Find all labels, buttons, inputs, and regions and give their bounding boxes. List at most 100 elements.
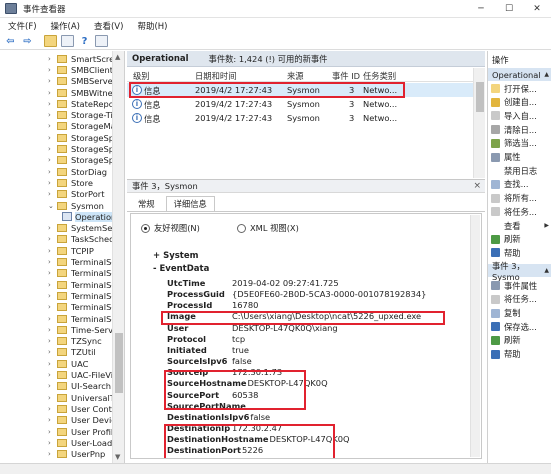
- pane-toggle-icon[interactable]: [95, 35, 108, 47]
- scroll-down-icon[interactable]: ▼: [115, 453, 120, 461]
- action-item[interactable]: 创建自...: [488, 96, 551, 109]
- expand-arrow-icon[interactable]: ›: [48, 77, 55, 85]
- tree-item[interactable]: › StorDiag: [48, 166, 107, 177]
- tree-item[interactable]: › User-Loader: [48, 437, 121, 448]
- action-item[interactable]: 刷新: [488, 233, 551, 246]
- col-level[interactable]: 级别: [133, 70, 150, 82]
- action-item[interactable]: 筛选当...: [488, 137, 551, 150]
- xml-view-radio[interactable]: XML 视图(X): [237, 222, 299, 234]
- close-icon[interactable]: ×: [473, 181, 481, 191]
- action-item[interactable]: 导入自...: [488, 109, 551, 122]
- collapse-arrow-icon[interactable]: ▲: [544, 267, 549, 274]
- expand-arrow-icon[interactable]: ›: [48, 416, 55, 424]
- action-item[interactable]: 查找...: [488, 178, 551, 191]
- col-task[interactable]: 任务类别: [363, 70, 396, 82]
- expand-arrow-icon[interactable]: ›: [48, 428, 55, 436]
- table-row[interactable]: i 信息 2019/4/2 17:27:43 Sysmon 3 Netwo...: [127, 111, 473, 125]
- table-row[interactable]: i 信息 2019/4/2 17:27:43 Sysmon 3 Netwo...: [127, 97, 473, 111]
- action-item[interactable]: 属性: [488, 151, 551, 164]
- tree-item[interactable]: › UI-Search: [48, 381, 111, 392]
- tab-general[interactable]: 常规: [131, 196, 162, 211]
- expand-arrow-icon[interactable]: ›: [48, 258, 55, 266]
- col-event-id[interactable]: 事件 ID: [332, 70, 360, 82]
- expand-arrow-icon[interactable]: ›: [48, 315, 55, 323]
- expand-arrow-icon[interactable]: ›: [48, 326, 55, 334]
- tree-item[interactable]: › SMBServer: [48, 76, 116, 87]
- action-item[interactable]: 刷新: [488, 334, 551, 347]
- folder-up-icon[interactable]: [44, 35, 57, 47]
- tree-item[interactable]: › Store: [48, 177, 93, 188]
- expand-arrow-icon[interactable]: ›: [48, 269, 55, 277]
- expand-arrow-icon[interactable]: ›: [48, 156, 55, 164]
- collapse-arrow-icon[interactable]: ▲: [544, 71, 549, 78]
- actions-section-operational[interactable]: Operational ▲: [488, 68, 551, 81]
- menu-help[interactable]: 帮助(H): [137, 20, 167, 32]
- menu-action[interactable]: 操作(A): [51, 20, 80, 32]
- action-item[interactable]: 将所有...: [488, 192, 551, 205]
- actions-section-event[interactable]: 事件 3，Sysmo ▲: [488, 261, 551, 282]
- eventdata-section-toggle[interactable]: - EventData: [153, 264, 209, 274]
- minimize-icon[interactable]: ─: [467, 0, 495, 18]
- expand-arrow-icon[interactable]: ›: [48, 190, 55, 198]
- action-item[interactable]: 帮助: [488, 348, 551, 361]
- tree-item[interactable]: › TCPIP: [48, 245, 94, 256]
- expand-arrow-icon[interactable]: ›: [48, 292, 55, 300]
- expand-arrow-icon[interactable]: ›: [48, 337, 55, 345]
- action-item[interactable]: 清除日...: [488, 123, 551, 136]
- forward-arrow-icon[interactable]: ⇨: [21, 35, 34, 47]
- expand-arrow-icon[interactable]: ›: [48, 394, 55, 402]
- tree-item[interactable]: ⌄ Sysmon: [48, 200, 104, 211]
- expand-arrow-icon[interactable]: ›: [48, 360, 55, 368]
- expand-arrow-icon[interactable]: ›: [48, 450, 55, 458]
- expand-arrow-icon[interactable]: ›: [48, 281, 55, 289]
- col-datetime[interactable]: 日期和时间: [195, 70, 237, 82]
- expand-arrow-icon[interactable]: ›: [48, 303, 55, 311]
- tree-item[interactable]: › SMBClient: [48, 64, 113, 75]
- action-item[interactable]: 复制: [488, 307, 551, 320]
- expand-arrow-icon[interactable]: ›: [48, 168, 55, 176]
- action-item[interactable]: 将任务...: [488, 205, 551, 218]
- back-arrow-icon[interactable]: ⇦: [4, 35, 17, 47]
- tree-item[interactable]: › TZUtil: [48, 347, 96, 358]
- detail-scrollbar[interactable]: [470, 215, 480, 457]
- action-item[interactable]: 查看 ▶: [488, 219, 551, 232]
- action-item[interactable]: 将任务...: [488, 293, 551, 306]
- table-scrollbar[interactable]: [473, 68, 485, 178]
- action-item[interactable]: 帮助: [488, 246, 551, 259]
- expand-arrow-icon[interactable]: ›: [48, 66, 55, 74]
- expand-arrow-icon[interactable]: ›: [48, 371, 55, 379]
- tree-scrollbar[interactable]: ▲ ▼: [112, 51, 124, 463]
- expand-arrow-icon[interactable]: ›: [48, 224, 55, 232]
- expand-arrow-icon[interactable]: ›: [48, 405, 55, 413]
- expand-arrow-icon[interactable]: ›: [48, 55, 55, 63]
- friendly-view-radio[interactable]: 友好视图(N): [141, 222, 200, 234]
- action-item[interactable]: 事件属性: [488, 279, 551, 292]
- expand-arrow-icon[interactable]: ›: [48, 247, 55, 255]
- tree-item[interactable]: › UserPnp: [48, 449, 105, 460]
- expand-arrow-icon[interactable]: ›: [48, 439, 55, 447]
- menu-view[interactable]: 查看(V): [94, 20, 123, 32]
- expand-arrow-icon[interactable]: ›: [48, 235, 55, 243]
- expand-arrow-icon[interactable]: ›: [48, 179, 55, 187]
- tab-details[interactable]: 详细信息: [165, 196, 215, 211]
- expand-arrow-icon[interactable]: ›: [48, 122, 55, 130]
- menu-file[interactable]: 文件(F): [8, 20, 37, 32]
- expand-arrow-icon[interactable]: ›: [48, 134, 55, 142]
- expand-arrow-icon[interactable]: ›: [48, 111, 55, 119]
- maximize-icon[interactable]: ☐: [495, 0, 523, 18]
- console-tree-icon[interactable]: [61, 35, 74, 47]
- table-scroll-thumb[interactable]: [476, 82, 484, 112]
- expand-arrow-icon[interactable]: ›: [48, 382, 55, 390]
- tree-item[interactable]: › UAC: [48, 358, 88, 369]
- expand-arrow-icon[interactable]: ›: [48, 100, 55, 108]
- system-section-toggle[interactable]: + System: [153, 251, 199, 261]
- tree-item[interactable]: › StorPort: [48, 189, 104, 200]
- expand-arrow-icon[interactable]: ›: [48, 348, 55, 356]
- expand-arrow-icon[interactable]: ›: [48, 89, 55, 97]
- close-window-icon[interactable]: ✕: [523, 0, 551, 18]
- col-source[interactable]: 来源: [287, 70, 304, 82]
- help-icon[interactable]: ?: [78, 35, 91, 47]
- tree-scroll-thumb[interactable]: [115, 333, 123, 393]
- scroll-up-icon[interactable]: ▲: [115, 53, 120, 61]
- expand-arrow-icon[interactable]: ⌄: [48, 202, 55, 210]
